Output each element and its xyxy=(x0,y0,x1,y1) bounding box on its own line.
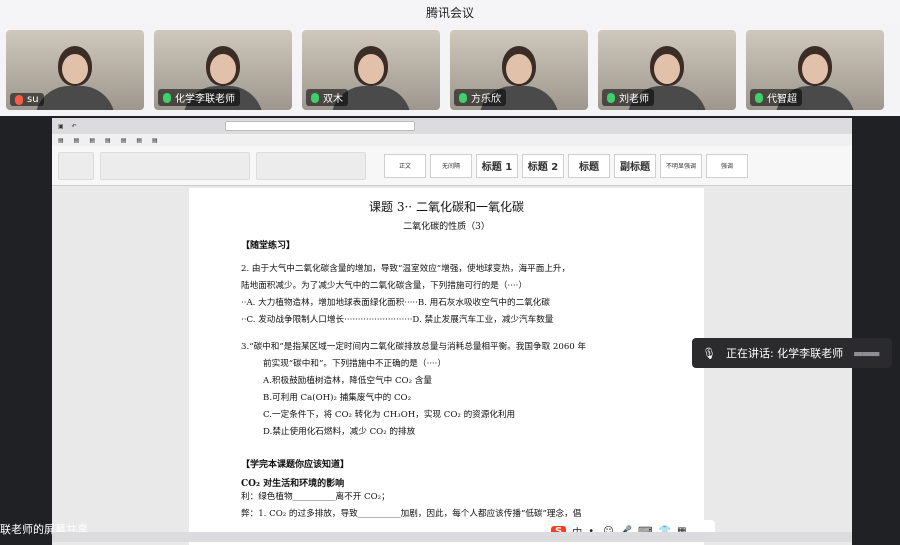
mic-icon xyxy=(311,92,319,103)
shared-screen: ▣ ↶ ▤ ▤ ▤ ▤ ▤ ▤ ▤ 正文 无间隔 标题 1 标题 2 标题 副标… xyxy=(0,116,900,545)
question-text: 陆地面积减少。为了减少大气中的二氧化碳含量，下列措施可行的是（····） xyxy=(241,281,527,291)
style-normal[interactable]: 正文 xyxy=(384,153,426,178)
question-text: 3.“碳中和”是指某区域一定时间内二氧化碳排放总量与消耗总量相平衡。我国争取 2… xyxy=(241,342,587,352)
styles-gallery: 正文 无间隔 标题 1 标题 2 标题 副标题 不明显强调 强调 xyxy=(384,153,748,178)
question-text: 前实现“碳中和”。下列措施中不正确的是（····） xyxy=(263,359,446,369)
doc-title: 课题 3·· 二氧化碳和一氧化碳 xyxy=(369,200,524,214)
style-emphasis[interactable]: 强调 xyxy=(706,153,748,178)
ribbon-tab[interactable]: ▤ xyxy=(152,137,158,144)
ribbon-tab[interactable]: ▤ xyxy=(89,137,95,144)
option-text: ··C. 发动战争限制人口增长·························… xyxy=(241,315,554,325)
question-text: 2. 由于大气中二氧化碳含量的增加，导致“温室效应”增强，使地球变热，海平面上升… xyxy=(241,264,571,274)
ribbon-tab[interactable]: ▤ xyxy=(105,137,111,144)
ribbon-tabs: ▤ ▤ ▤ ▤ ▤ ▤ ▤ xyxy=(52,134,852,146)
participant-tile[interactable]: 双木 xyxy=(302,30,440,110)
participant-tile[interactable]: 方乐欣 xyxy=(450,30,588,110)
participant-tile[interactable]: 代智超 xyxy=(746,30,884,110)
mic-icon xyxy=(607,92,615,103)
word-window: ▣ ↶ ▤ ▤ ▤ ▤ ▤ ▤ ▤ 正文 无间隔 标题 1 标题 2 标题 副标… xyxy=(52,118,852,545)
style-heading-1[interactable]: 标题 1 xyxy=(476,153,518,178)
ellipsis-icon: ▬▬▬ xyxy=(853,346,880,360)
clipboard-group[interactable] xyxy=(58,151,94,180)
paragraph-group[interactable] xyxy=(256,151,366,180)
mic-icon xyxy=(459,92,467,103)
section-heading: 【随堂练习】 xyxy=(241,241,296,251)
option-text: A.积极鼓励植树造林，降低空气中 CO₂ 含量 xyxy=(263,376,432,386)
participant-name: 化学李联老师 xyxy=(175,94,235,105)
body-text: 利：绿色植物__________离不开 CO₂； xyxy=(241,492,390,502)
ribbon-tab[interactable]: ▤ xyxy=(136,137,142,144)
search-box[interactable] xyxy=(224,121,415,131)
style-no-spacing[interactable]: 无间隔 xyxy=(430,153,472,178)
app-title: 腾讯会议 xyxy=(425,5,474,20)
mic-icon xyxy=(163,92,171,103)
section-heading: CO₂ 对生活和环境的影响 xyxy=(241,479,345,489)
save-icon[interactable]: ▣ xyxy=(58,123,64,130)
option-text: D.禁止使用化石燃料，减少 CO₂ 的排放 xyxy=(263,427,416,437)
speaking-indicator: 🎙 正在讲话: 化学李联老师 ▬▬▬ xyxy=(692,338,892,368)
style-title[interactable]: 标题 xyxy=(568,153,610,178)
ribbon: 正文 无间隔 标题 1 标题 2 标题 副标题 不明显强调 强调 xyxy=(52,146,852,186)
quick-access-bar: ▣ ↶ xyxy=(52,118,852,134)
option-text: ··A. 大力植物造林，增加地球表面绿化面积·····B. 用石灰水吸收空气中的… xyxy=(241,298,550,308)
ribbon-tab[interactable]: ▤ xyxy=(74,137,80,144)
participant-tile[interactable]: 化学李联老师 xyxy=(154,30,292,110)
style-subtitle[interactable]: 副标题 xyxy=(614,153,656,178)
ribbon-tab[interactable]: ▤ xyxy=(58,137,64,144)
option-text: C.一定条件下，将 CO₂ 转化为 CH₃OH，实现 CO₂ 的资源化利用 xyxy=(263,410,516,420)
participant-name: 代智超 xyxy=(767,94,797,105)
document-page[interactable]: 课题 3·· 二氧化碳和一氧化碳 二氧化碳的性质（3） 【随堂练习】 2. 由于… xyxy=(189,188,704,545)
participant-strip: su 化学李联老师 双木 方乐欣 刘老师 代智超 xyxy=(0,24,900,116)
participant-tile[interactable]: su xyxy=(6,30,144,110)
status-bar xyxy=(52,532,852,542)
section-heading: 【学完本课题你应该知道】 xyxy=(241,460,350,470)
participant-name: 方乐欣 xyxy=(471,94,501,105)
participant-tile[interactable]: 刘老师 xyxy=(598,30,736,110)
ribbon-tab[interactable]: ▤ xyxy=(121,137,127,144)
style-subtle-emphasis[interactable]: 不明显强调 xyxy=(660,153,702,178)
option-text: B.可利用 Ca(OH)₂ 捕集废气中的 CO₂ xyxy=(263,393,412,403)
participant-name: 双木 xyxy=(323,94,343,105)
participant-name: su xyxy=(27,94,39,105)
mic-icon xyxy=(755,92,763,103)
mic-icon: 🎙 xyxy=(702,346,716,360)
font-group[interactable] xyxy=(100,151,250,180)
style-heading-2[interactable]: 标题 2 xyxy=(522,153,564,178)
window-title: 腾讯会议 xyxy=(0,0,900,24)
doc-subtitle: 二氧化碳的性质（3） xyxy=(403,222,490,232)
participant-name: 刘老师 xyxy=(619,94,649,105)
mic-muted-icon xyxy=(15,94,23,105)
undo-icon[interactable]: ↶ xyxy=(72,123,77,130)
speaker-label: 正在讲话: 化学李联老师 xyxy=(725,347,844,360)
